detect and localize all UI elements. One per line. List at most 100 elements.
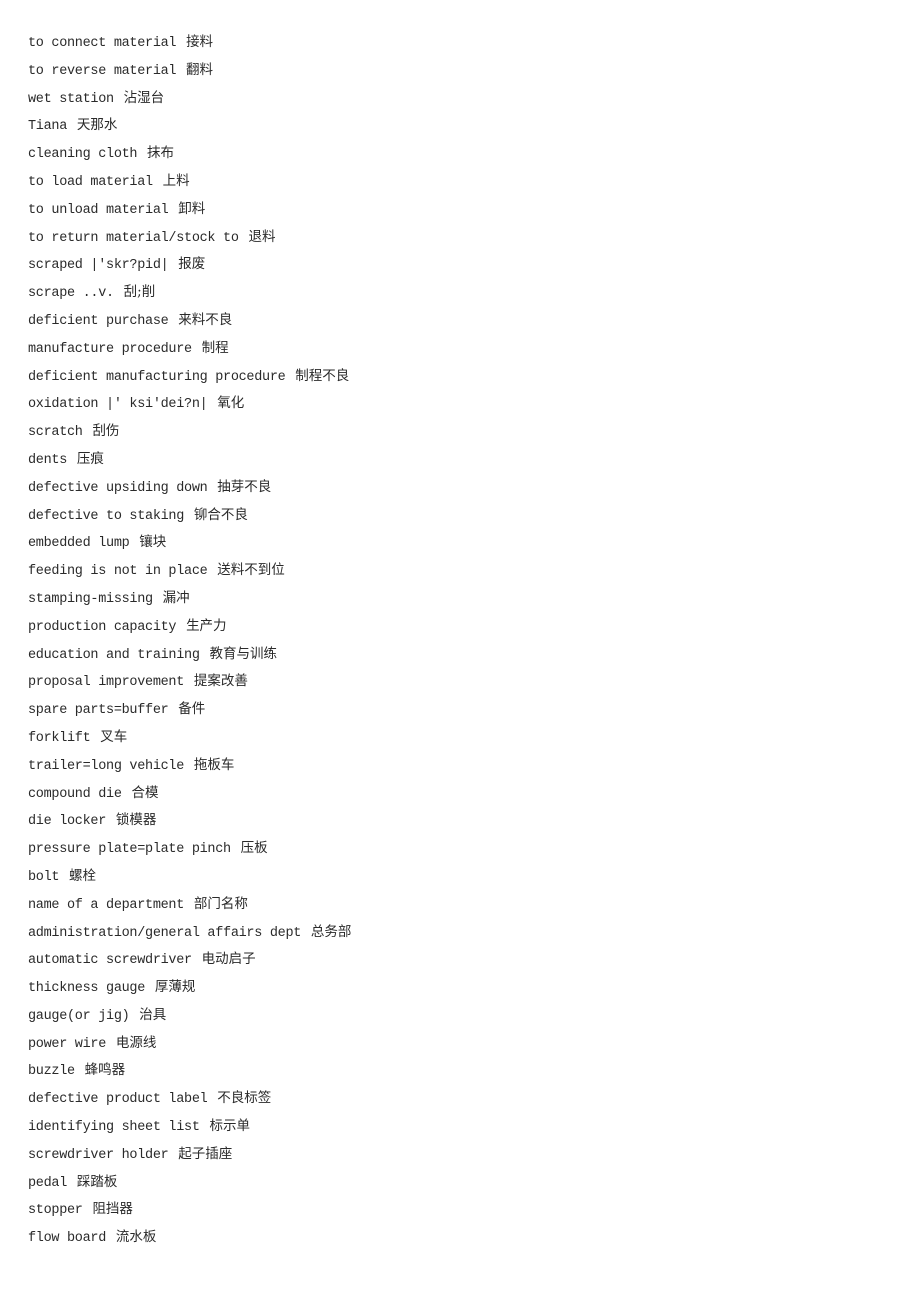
glossary-entry: scratch 刮伤 — [28, 418, 900, 446]
english-term: administration/general affairs dept — [28, 925, 302, 941]
chinese-term: 压板 — [240, 840, 268, 857]
english-term: gauge(or jig) — [28, 1008, 130, 1024]
glossary-entry: proposal improvement 提案改善 — [28, 668, 900, 696]
glossary-entry: thickness gauge 厚薄规 — [28, 974, 900, 1002]
glossary-entry: flow board 流水板 — [28, 1224, 900, 1252]
glossary-entry: forklift 叉车 — [28, 724, 900, 752]
chinese-term: 压痕 — [76, 450, 104, 467]
glossary-entry: pedal 踩踏板 — [28, 1169, 900, 1197]
chinese-term: 叉车 — [100, 728, 128, 745]
chinese-term: 报废 — [178, 256, 206, 273]
chinese-term: 生产力 — [186, 617, 227, 634]
english-term: scraped |'skr?pid| — [28, 258, 169, 274]
glossary-entry: scraped |'skr?pid| 报废 — [28, 251, 900, 279]
chinese-term: 蜂鸣器 — [84, 1062, 126, 1079]
english-term: die locker — [28, 814, 107, 830]
glossary-entry: defective to staking 铆合不良 — [28, 502, 900, 530]
english-term: power wire — [28, 1036, 107, 1052]
english-term: scratch — [28, 425, 83, 441]
english-term: to return material/stock to — [28, 230, 239, 246]
chinese-term: 备件 — [178, 701, 206, 718]
glossary-entry: to connect material 接料 — [28, 29, 900, 57]
glossary-entry: to unload material 卸料 — [28, 196, 900, 224]
chinese-term: 抽芽不良 — [217, 478, 272, 495]
english-term: automatic screwdriver — [28, 953, 192, 969]
english-term: education and training — [28, 647, 200, 663]
chinese-term: 制程不良 — [295, 367, 350, 384]
english-term: to load material — [28, 174, 153, 190]
chinese-term: 锁模器 — [115, 812, 157, 829]
english-term: manufacture procedure — [28, 341, 192, 357]
glossary-entry: administration/general affairs dept 总务部 — [28, 919, 900, 947]
chinese-term: 退料 — [248, 228, 276, 245]
chinese-term: 起子插座 — [178, 1145, 233, 1162]
chinese-term: 教育与训练 — [209, 645, 277, 662]
chinese-term: 天那水 — [76, 117, 118, 134]
glossary-entry: buzzle 蜂鸣器 — [28, 1057, 900, 1085]
english-term: stamping-missing — [28, 591, 153, 607]
chinese-term: 制程 — [201, 339, 229, 356]
glossary-entry: trailer=long vehicle 拖板车 — [28, 752, 900, 780]
chinese-term: 氧化 — [217, 395, 245, 412]
glossary-document: to connect material 接料 to reverse materi… — [28, 29, 900, 1252]
english-term: defective upsiding down — [28, 480, 208, 496]
glossary-entry: stopper 阻挡器 — [28, 1196, 900, 1224]
chinese-term: 治具 — [139, 1006, 167, 1023]
english-term: wet station — [28, 91, 114, 107]
chinese-term: 部门名称 — [193, 895, 248, 912]
english-term: thickness gauge — [28, 981, 146, 997]
english-term: feeding is not in place — [28, 564, 208, 580]
glossary-entry: identifying sheet list 标示单 — [28, 1113, 900, 1141]
glossary-entry: oxidation |' ksi'dei?n| 氧化 — [28, 390, 900, 418]
glossary-entry: to return material/stock to 退料 — [28, 224, 900, 252]
chinese-term: 送料不到位 — [217, 562, 285, 579]
glossary-entry: power wire 电源线 — [28, 1030, 900, 1058]
english-term: forklift — [28, 730, 91, 746]
glossary-entry: deficient purchase 来料不良 — [28, 307, 900, 335]
glossary-entry: defective product label 不良标签 — [28, 1085, 900, 1113]
chinese-term: 漏冲 — [162, 589, 190, 606]
glossary-entry: screwdriver holder 起子插座 — [28, 1141, 900, 1169]
glossary-entry: wet station 沾湿台 — [28, 85, 900, 113]
english-term: buzzle — [28, 1064, 75, 1080]
english-term: cleaning cloth — [28, 147, 138, 163]
chinese-term: 总务部 — [310, 923, 352, 940]
english-term: bolt — [28, 869, 60, 885]
english-term: scrape ..v. — [28, 286, 114, 302]
chinese-term: 电动启子 — [201, 951, 256, 968]
english-term: pressure plate=plate pinch — [28, 842, 231, 858]
english-term: spare parts=buffer — [28, 703, 169, 719]
glossary-entry: defective upsiding down 抽芽不良 — [28, 474, 900, 502]
chinese-term: 标示单 — [209, 1118, 250, 1135]
english-term: dents — [28, 452, 68, 468]
chinese-term: 抹布 — [147, 145, 175, 162]
glossary-entry: deficient manufacturing procedure 制程不良 — [28, 363, 900, 391]
glossary-entry: manufacture procedure 制程 — [28, 335, 900, 363]
english-term: identifying sheet list — [28, 1120, 200, 1136]
chinese-term: 沾湿台 — [123, 89, 165, 106]
chinese-term: 卸料 — [178, 200, 206, 217]
chinese-term: 镶块 — [139, 534, 167, 551]
chinese-term: 接料 — [186, 34, 214, 50]
glossary-entry: automatic screwdriver 电动启子 — [28, 946, 900, 974]
chinese-term: 提案改善 — [193, 673, 248, 690]
chinese-term: 刮伤 — [92, 423, 120, 440]
english-term: deficient manufacturing procedure — [28, 369, 286, 385]
chinese-term: 拖板车 — [193, 756, 235, 773]
glossary-entry: pressure plate=plate pinch 压板 — [28, 835, 900, 863]
chinese-term: 刮;削 — [123, 284, 156, 301]
english-term: Tiana — [28, 119, 68, 135]
glossary-entry: die locker 锁模器 — [28, 807, 900, 835]
chinese-term: 合模 — [131, 784, 159, 801]
english-term: trailer=long vehicle — [28, 758, 185, 774]
english-term: embedded lump — [28, 536, 130, 552]
glossary-entry: name of a department 部门名称 — [28, 891, 900, 919]
glossary-entry: cleaning cloth 抹布 — [28, 140, 900, 168]
chinese-term: 来料不良 — [178, 311, 233, 328]
english-term: defective to staking — [28, 508, 185, 524]
glossary-entry: bolt 螺栓 — [28, 863, 900, 891]
chinese-term: 铆合不良 — [193, 506, 248, 523]
glossary-entry: education and training 教育与训练 — [28, 641, 900, 669]
chinese-term: 电源线 — [115, 1034, 157, 1051]
chinese-term: 翻料 — [186, 61, 214, 78]
